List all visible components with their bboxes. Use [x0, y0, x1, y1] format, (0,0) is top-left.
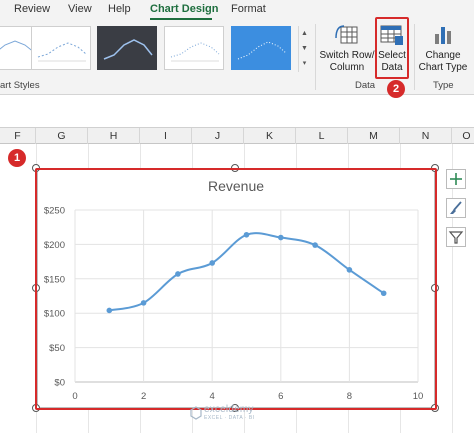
chart-styles-button[interactable]: [446, 198, 466, 218]
watermark-logo-icon: [190, 406, 202, 420]
filter-icon: [448, 231, 464, 244]
watermark-name: exceldemy: [204, 404, 254, 415]
watermark: exceldemy EXCEL · DATA · BI: [190, 404, 290, 422]
brush-icon: [450, 201, 462, 214]
chart-elements-button[interactable]: [446, 169, 466, 189]
step-badge-1: 1: [8, 149, 26, 167]
excel-window: Review View Help Chart Design Format ▲ ▼…: [0, 0, 474, 433]
chart-filters-button[interactable]: [446, 227, 466, 247]
plus-icon: [450, 173, 462, 185]
chart-highlight: [35, 168, 437, 410]
watermark-tagline: EXCEL · DATA · BI: [204, 415, 255, 421]
